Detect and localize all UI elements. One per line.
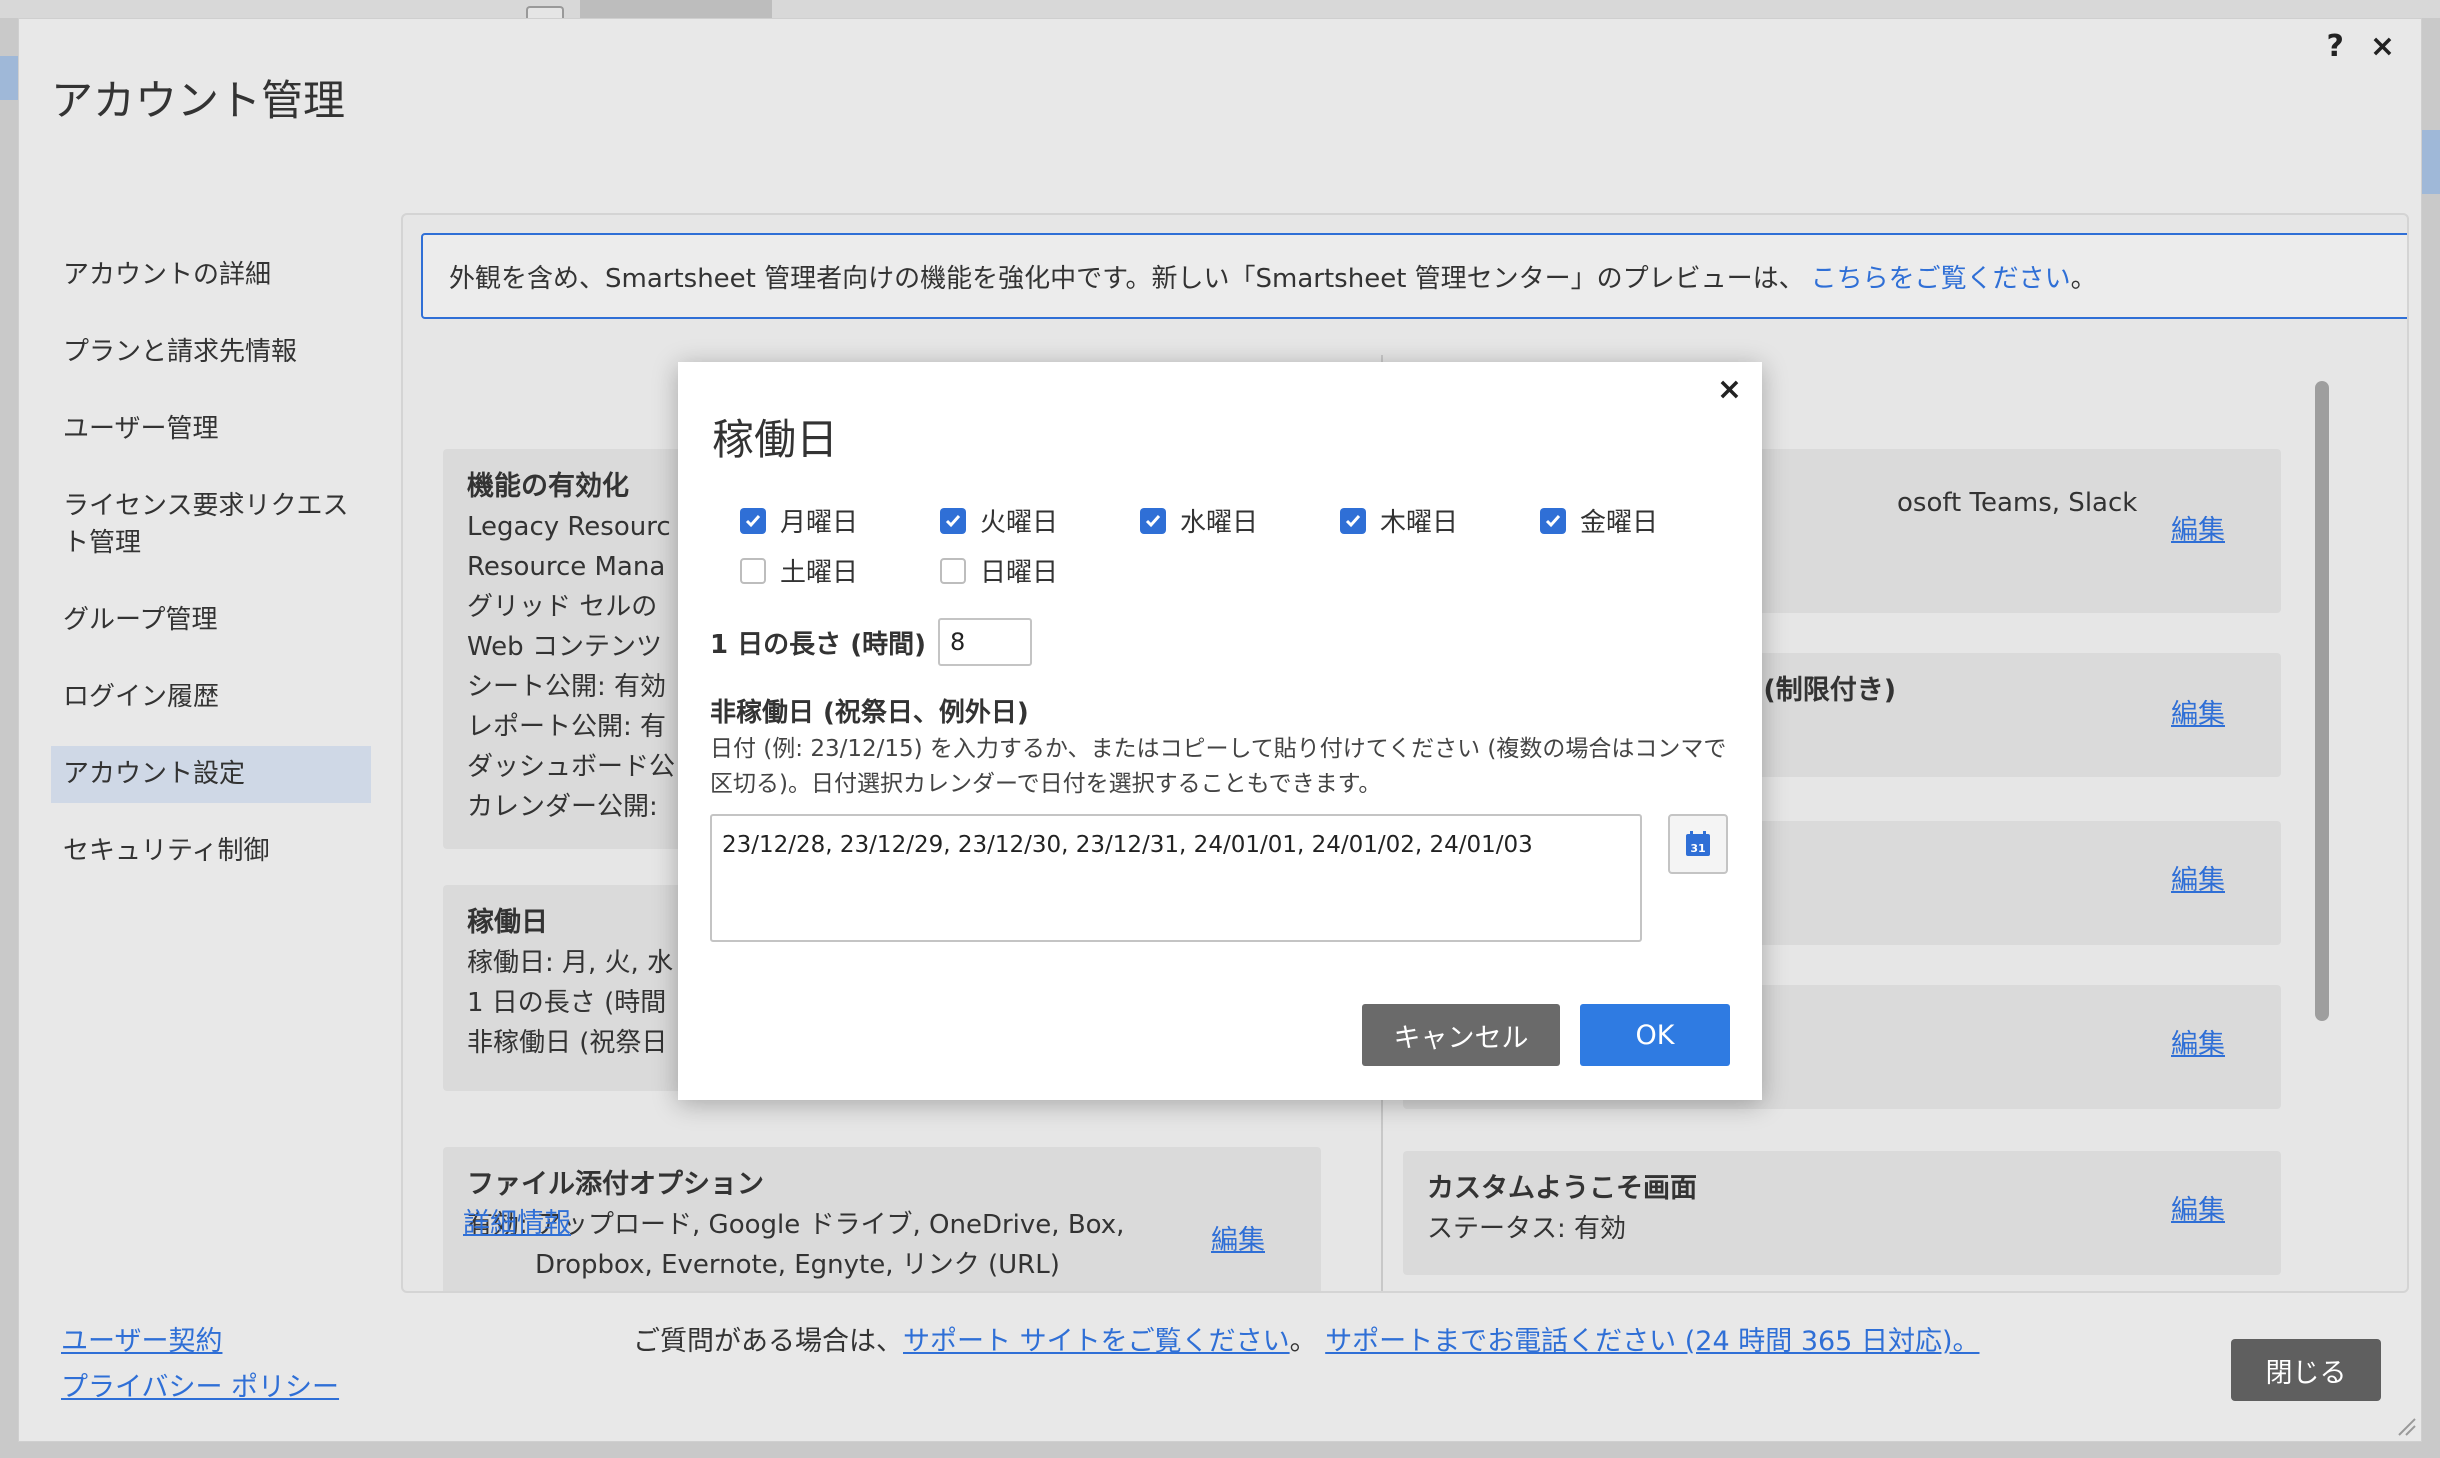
card-line: Dropbox, Evernote, Egnyte, リンク (URL) xyxy=(535,1250,1060,1280)
banner-suffix: 。 xyxy=(2070,263,2097,294)
dialog-top-icons: ? × xyxy=(2326,29,2395,64)
checkbox-sunday[interactable] xyxy=(940,557,966,584)
nav-item-security-controls[interactable]: セキュリティ制御 xyxy=(51,823,371,880)
edit-link[interactable]: 編集 xyxy=(2171,1191,2225,1231)
checkbox-wednesday[interactable] xyxy=(1140,507,1166,534)
modal-title: 稼働日 xyxy=(712,415,839,464)
day-length-label: 1 日の長さ (時間) xyxy=(710,629,926,660)
day-friday: 金曜日 xyxy=(1540,502,1658,539)
checkbox-monday[interactable] xyxy=(740,507,766,534)
day-saturday: 土曜日 xyxy=(740,552,858,589)
side-nav: アカウントの詳細 プランと請求先情報 ユーザー管理 ライセンス要求リクエスト管理… xyxy=(51,247,371,900)
edit-link[interactable]: 編集 xyxy=(2171,511,2225,551)
checkbox-saturday[interactable] xyxy=(740,557,766,584)
calendar-button[interactable]: 31 xyxy=(1668,814,1728,874)
support-phone-link[interactable]: サポートまでお電話ください (24 時間 365 日対応)。 xyxy=(1325,1326,1979,1357)
checkbox-thursday[interactable] xyxy=(1340,507,1366,534)
nav-item-user-management[interactable]: ユーザー管理 xyxy=(51,401,371,458)
custom-welcome-card: カスタムようこそ画面 ステータス: 有効 編集 xyxy=(1403,1151,2281,1275)
resize-grip-icon[interactable] xyxy=(2395,1415,2417,1437)
day-thursday: 木曜日 xyxy=(1340,502,1458,539)
nav-item-login-history[interactable]: ログイン履歴 xyxy=(51,669,371,726)
banner-text: 外観を含め、Smartsheet 管理者向けの機能を強化中です。新しい「Smar… xyxy=(449,263,1805,294)
nav-item-group-management[interactable]: グループ管理 xyxy=(51,592,371,649)
card-title: カスタムようこそ画面 xyxy=(1427,1173,1697,1204)
nav-item-license-requests[interactable]: ライセンス要求リクエスト管理 xyxy=(51,478,371,572)
day-length-input[interactable] xyxy=(937,618,1032,666)
edit-link[interactable]: 編集 xyxy=(2171,695,2225,735)
background-toolbar xyxy=(0,0,2440,18)
checkbox-friday[interactable] xyxy=(1540,507,1566,534)
day-label: 土曜日 xyxy=(780,558,859,588)
holidays-title: 非稼働日 (祝祭日、例外日) xyxy=(710,698,1029,728)
day-label: 木曜日 xyxy=(1380,508,1459,538)
user-agreement-link[interactable]: ユーザー契約 xyxy=(61,1319,339,1365)
dialog-title: アカウント管理 xyxy=(51,76,346,125)
nav-item-plan-billing[interactable]: プランと請求先情報 xyxy=(51,324,371,381)
day-monday: 月曜日 xyxy=(740,502,858,539)
banner-link[interactable]: こちらをご覧ください xyxy=(1811,258,2071,295)
scrollbar[interactable] xyxy=(2315,381,2329,1021)
footer-separator: 。 xyxy=(1289,1326,1326,1357)
checkmark-icon xyxy=(1345,514,1361,527)
day-wednesday: 水曜日 xyxy=(1140,502,1258,539)
cancel-button[interactable]: キャンセル xyxy=(1362,1004,1560,1066)
day-tuesday: 火曜日 xyxy=(940,502,1058,539)
calendar-icon-text: 31 xyxy=(1690,842,1705,855)
details-link[interactable]: 詳細情報 xyxy=(463,1201,571,1240)
checkmark-icon xyxy=(1545,514,1561,527)
close-button[interactable]: 閉じる xyxy=(2231,1339,2381,1401)
footer-legal-links: ユーザー契約 プライバシー ポリシー xyxy=(61,1319,339,1411)
day-length-row: 1 日の長さ (時間) xyxy=(710,618,1032,666)
attachment-options-card: ファイル添付オプション 有効: アップロード, Google ドライブ, One… xyxy=(443,1147,1321,1291)
background-highlight-right xyxy=(2422,130,2440,194)
card-line: 有効: アップロード, Google ドライブ, OneDrive, Box, xyxy=(467,1210,1125,1240)
day-label: 日曜日 xyxy=(980,558,1059,588)
ok-button[interactable]: OK xyxy=(1580,1004,1730,1066)
day-label: 金曜日 xyxy=(1580,508,1659,538)
modal-close-icon[interactable]: × xyxy=(1717,372,1742,407)
calendar-icon: 31 xyxy=(1686,831,1710,856)
help-icon[interactable]: ? xyxy=(2326,29,2343,64)
edit-link[interactable]: 編集 xyxy=(1211,1221,1265,1261)
workdays-modal: 稼働日 × 月曜日 火曜日 水曜日 木曜日 金曜日 土曜日 日曜日 1 日の長さ… xyxy=(678,362,1762,1100)
checkmark-icon xyxy=(745,514,761,527)
holidays-input[interactable]: 23/12/28, 23/12/29, 23/12/30, 23/12/31, … xyxy=(710,814,1642,942)
nav-item-account-settings[interactable]: アカウント設定 xyxy=(51,746,371,803)
question-text: ご質問がある場合は、 xyxy=(633,1326,903,1357)
holidays-description: 日付 (例: 23/12/15) を入力するか、またはコピーして貼り付けてくださ… xyxy=(710,736,1727,797)
card-title: ファイル添付オプション xyxy=(467,1169,764,1200)
edit-link[interactable]: 編集 xyxy=(2171,1025,2225,1065)
day-label: 水曜日 xyxy=(1180,508,1259,538)
footer-support: ご質問がある場合は、サポート サイトをご覧ください。 サポートまでお電話ください… xyxy=(633,1319,1979,1365)
nav-item-account-details[interactable]: アカウントの詳細 xyxy=(51,247,371,304)
day-sunday: 日曜日 xyxy=(940,552,1058,589)
privacy-policy-link[interactable]: プライバシー ポリシー xyxy=(61,1365,339,1411)
checkmark-icon xyxy=(1145,514,1161,527)
background-highlight xyxy=(0,56,18,100)
edit-link[interactable]: 編集 xyxy=(2171,861,2225,901)
card-line: ステータス: 有効 xyxy=(1427,1214,1627,1244)
checkmark-icon xyxy=(945,514,961,527)
support-site-link[interactable]: サポート サイトをご覧ください xyxy=(903,1326,1290,1357)
checkbox-tuesday[interactable] xyxy=(940,507,966,534)
day-label: 月曜日 xyxy=(780,508,859,538)
day-label: 火曜日 xyxy=(980,508,1059,538)
info-banner: 外観を含め、Smartsheet 管理者向けの機能を強化中です。新しい「Smar… xyxy=(421,233,2407,319)
close-icon[interactable]: × xyxy=(2370,29,2395,64)
